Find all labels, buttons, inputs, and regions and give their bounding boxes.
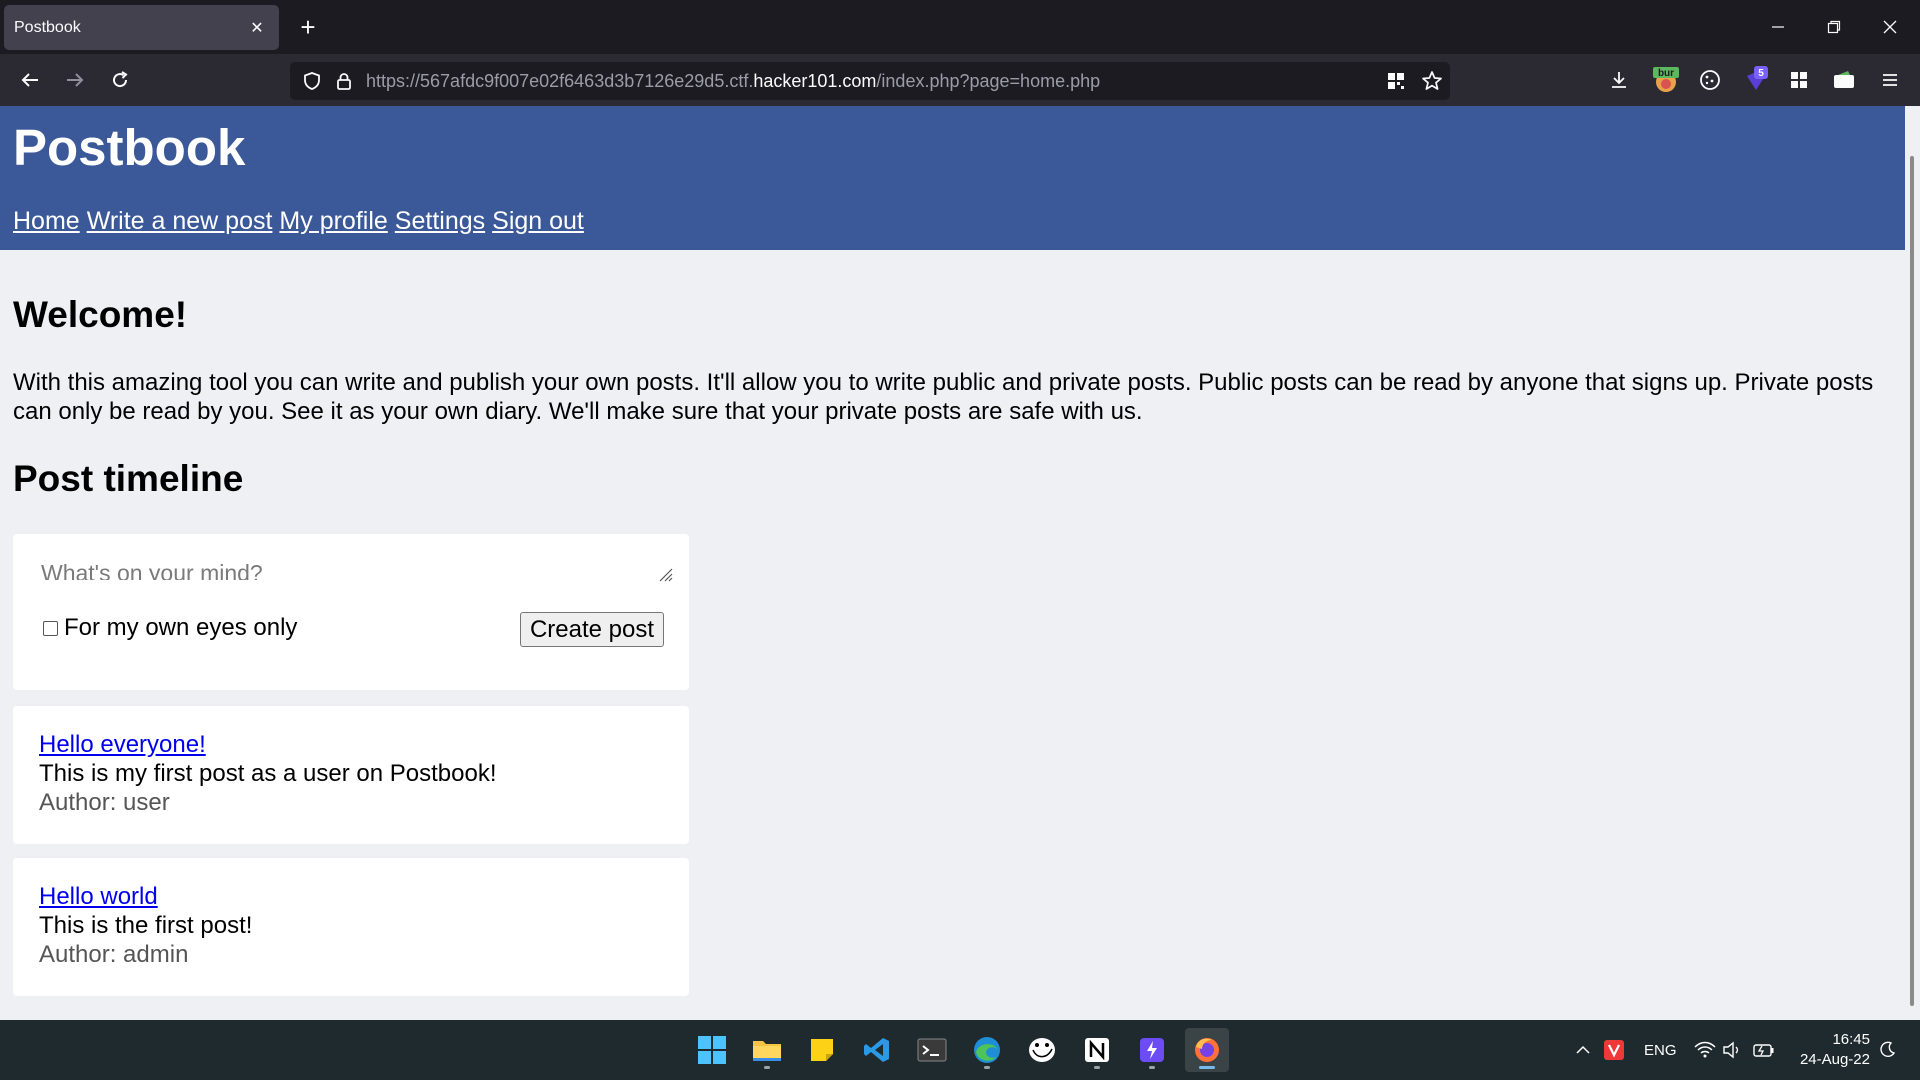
tab-close-icon[interactable]: ✕ — [245, 18, 269, 38]
running-indicator — [764, 1066, 770, 1069]
page-content: Postbook Home Write a new post My profile S… — [0, 106, 1905, 1020]
nav-sign-out-link[interactable]: Sign out — [492, 207, 584, 235]
lock-icon[interactable] — [332, 69, 356, 93]
post-title-link[interactable]: Hello everyone! — [39, 730, 663, 759]
url-prefix: https://567afdc9f007e02f6463d3b7126e29d5… — [366, 71, 754, 91]
sticky-notes-icon[interactable] — [800, 1028, 844, 1072]
notion-icon[interactable] — [1075, 1028, 1119, 1072]
running-indicator — [984, 1066, 990, 1069]
timeline-heading: Post timeline — [13, 458, 244, 499]
tray-overflow-icon[interactable] — [1575, 1020, 1591, 1080]
private-label: For my own eyes only — [64, 614, 298, 641]
address-bar[interactable]: https://567afdc9f007e02f6463d3b7126e29d5… — [290, 62, 1450, 100]
bolt-app-icon[interactable] — [1130, 1028, 1174, 1072]
post-body: This is my first post as a user on Postb… — [39, 760, 497, 787]
post-author: Author: user — [39, 789, 170, 816]
wallet-extension-icon[interactable] — [1830, 66, 1858, 94]
running-indicator — [1149, 1066, 1155, 1069]
minimize-icon[interactable] — [1750, 0, 1806, 54]
post-card: Hello world This is the first post! Auth… — [13, 858, 689, 996]
new-tab-button[interactable]: + — [293, 12, 323, 42]
windows-start-icon[interactable] — [690, 1028, 734, 1072]
tab-postbook[interactable]: Postbook ✕ — [4, 5, 279, 50]
qr-code-icon[interactable] — [1384, 69, 1408, 93]
restore-icon[interactable] — [1806, 0, 1862, 54]
bookmark-star-icon[interactable] — [1420, 69, 1444, 93]
resize-handle-icon[interactable] — [657, 566, 673, 582]
browser-toolbar: https://567afdc9f007e02f6463d3b7126e29d5… — [0, 54, 1920, 106]
running-indicator — [1094, 1066, 1100, 1069]
url-path: /index.php?page=home.php — [876, 71, 1101, 91]
clock-time: 16:45 — [1832, 1031, 1870, 1048]
browser-tab-bar: Postbook ✕ + — [0, 0, 1920, 54]
troll-face-app-icon[interactable] — [1020, 1028, 1064, 1072]
system-clock[interactable]: 16:45 24-Aug-22 — [1790, 1030, 1870, 1070]
private-toggle[interactable]: For my own eyes only — [43, 614, 297, 642]
burp-extension-icon[interactable]: bur — [1652, 66, 1680, 94]
url-text[interactable]: https://567afdc9f007e02f6463d3b7126e29d5… — [366, 62, 1100, 100]
running-indicator — [1199, 1066, 1215, 1069]
download-icon[interactable] — [1605, 66, 1633, 94]
reload-icon[interactable] — [103, 63, 137, 97]
battery-icon[interactable] — [1752, 1020, 1776, 1080]
site-title: Postbook — [13, 119, 246, 176]
language-indicator[interactable]: ENG — [1644, 1020, 1677, 1080]
volume-icon[interactable] — [1722, 1020, 1742, 1080]
file-explorer-icon[interactable] — [745, 1028, 789, 1072]
private-checkbox[interactable] — [43, 620, 58, 636]
post-author: Author: admin — [39, 941, 189, 968]
post-textarea[interactable]: What's on your mind? — [41, 558, 657, 580]
scrollbar-thumb[interactable] — [1910, 156, 1914, 1006]
terminal-icon[interactable] — [910, 1028, 954, 1072]
vscode-icon[interactable] — [855, 1028, 899, 1072]
nav-my-profile-link[interactable]: My profile — [279, 207, 387, 235]
clock-date: 24-Aug-22 — [1799, 1051, 1870, 1068]
firefox-icon[interactable] — [1185, 1028, 1229, 1072]
post-title-link[interactable]: Hello world — [39, 882, 663, 911]
page-scrollbar[interactable] — [1905, 106, 1920, 1020]
post-composer: What's on your mind? For my own eyes onl… — [13, 534, 689, 690]
nav-settings-link[interactable]: Settings — [395, 207, 485, 235]
nav-home-link[interactable]: Home — [13, 207, 80, 235]
extension-badge-icon[interactable]: 5 — [1742, 66, 1770, 94]
cookie-icon[interactable] — [1696, 66, 1724, 94]
vivaldi-tray-icon[interactable] — [1603, 1020, 1625, 1080]
extension-badge-count: 5 — [1758, 68, 1764, 79]
burp-badge-label: bur — [1658, 68, 1674, 79]
post-card: Hello everyone! This is my first post as… — [13, 706, 689, 844]
site-header: Postbook Home Write a new post My profile S… — [0, 106, 1905, 250]
taskbar: ENG 16:45 24-Aug-22 — [0, 1020, 1920, 1080]
edge-browser-icon[interactable] — [965, 1028, 1009, 1072]
forward-arrow-icon[interactable] — [58, 63, 92, 97]
site-nav: Home Write a new post My profile Settings Si… — [13, 207, 591, 236]
url-host: hacker101.com — [753, 71, 877, 91]
tab-title: Postbook — [14, 18, 81, 36]
nav-write-post-link[interactable]: Write a new post — [87, 207, 273, 235]
intro-paragraph: With this amazing tool you can write and… — [13, 369, 1874, 425]
create-post-button[interactable]: Create post — [520, 612, 664, 647]
close-window-icon[interactable] — [1862, 0, 1918, 54]
post-body: This is the first post! — [39, 912, 253, 939]
welcome-heading: Welcome! — [13, 294, 188, 335]
back-arrow-icon[interactable] — [13, 63, 47, 97]
shield-icon[interactable] — [300, 69, 324, 93]
menu-icon[interactable] — [1876, 66, 1904, 94]
do-not-disturb-icon[interactable] — [1878, 1020, 1896, 1080]
wifi-icon[interactable] — [1694, 1020, 1716, 1080]
extensions-grid-icon[interactable] — [1785, 66, 1813, 94]
